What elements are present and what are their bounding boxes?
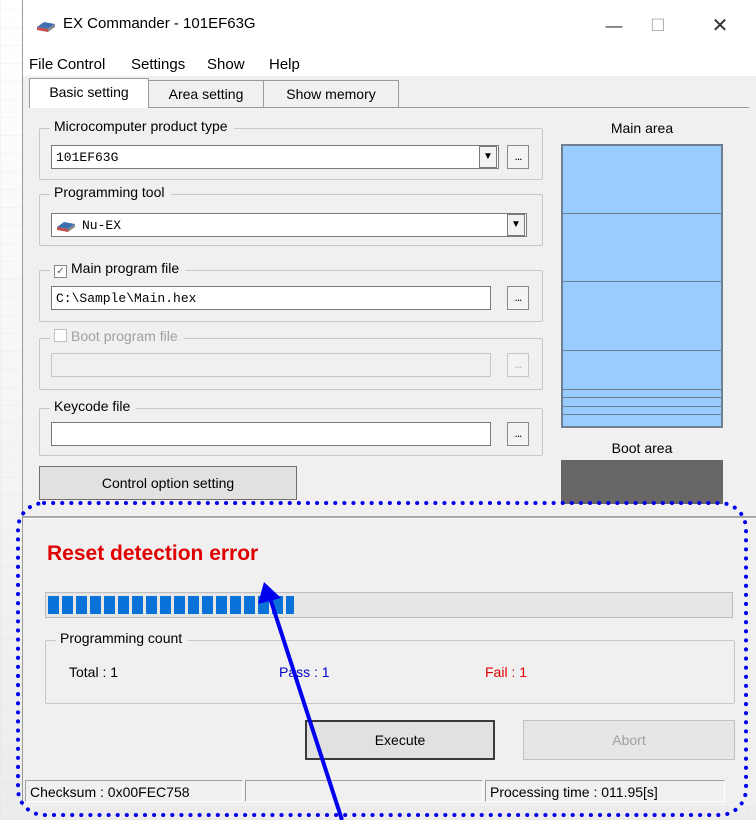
annotation-arrow-head [258, 582, 281, 604]
annotation-overlay [16, 501, 748, 820]
highlight-outline [16, 501, 748, 817]
annotation-arrow-shaft [268, 597, 344, 820]
